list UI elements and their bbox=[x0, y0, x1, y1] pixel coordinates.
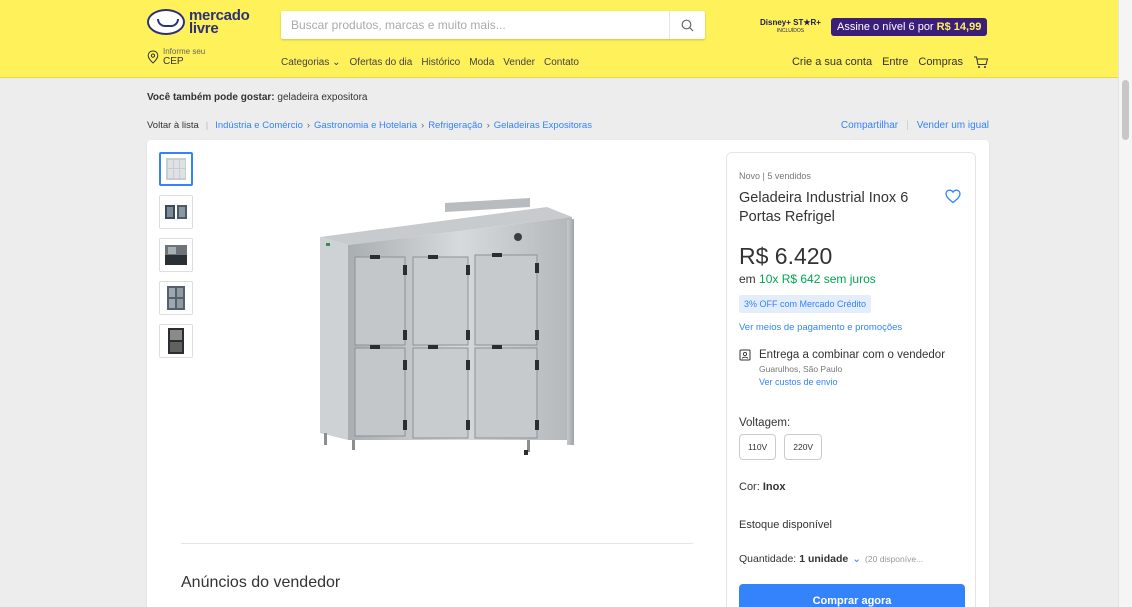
seller-contact-icon bbox=[739, 349, 751, 361]
login-link[interactable]: Entre bbox=[882, 56, 908, 68]
thumbnail[interactable] bbox=[159, 152, 193, 186]
credit-discount-badge: 3% OFF com Mercado Crédito bbox=[739, 295, 872, 313]
voltage-label: Voltagem: bbox=[739, 417, 791, 429]
seller-ads-heading: Anúncios do vendedor bbox=[181, 574, 341, 591]
payment-methods-link[interactable]: Ver meios de pagamento e promoções bbox=[739, 322, 902, 333]
page-scrollbar[interactable] bbox=[1118, 0, 1132, 607]
shipping-cost-link[interactable]: Ver custos de envio bbox=[759, 377, 945, 387]
chevron-right-icon: › bbox=[486, 120, 490, 131]
nav-categorias[interactable]: Categorias ⌄ bbox=[281, 57, 341, 68]
thumbnail[interactable] bbox=[159, 238, 193, 272]
product-card: Anúncios do vendedor Novo | 5 vendidos G… bbox=[147, 140, 989, 607]
favorite-heart-icon[interactable] bbox=[945, 189, 961, 204]
buy-now-button[interactable]: Comprar agora bbox=[739, 584, 965, 607]
share-divider: | bbox=[906, 120, 909, 131]
breadcrumb-item[interactable]: Geladeiras Expositoras bbox=[494, 120, 592, 131]
cep-selector[interactable]: Informe seu CEP bbox=[147, 47, 205, 67]
chevron-right-icon: › bbox=[421, 120, 425, 131]
breadcrumb-divider: | bbox=[205, 120, 209, 131]
thumbnail[interactable] bbox=[159, 324, 193, 358]
fridge-thumbnail-image bbox=[168, 328, 184, 354]
product-price: R$ 6.420 bbox=[739, 243, 833, 269]
disney-star-logo: Disney+ ST★R+ INCLUÍDOS bbox=[760, 18, 821, 35]
color-value: Inox bbox=[762, 481, 786, 493]
quantity-value: 1 unidade bbox=[799, 553, 849, 565]
chevron-down-icon: ⌄ bbox=[852, 553, 862, 565]
color-info: Cor: Inox bbox=[739, 481, 786, 493]
buy-box: Novo | 5 vendidos Geladeira Industrial I… bbox=[726, 152, 976, 607]
product-title: Geladeira Industrial Inox 6 Portas Refri… bbox=[739, 190, 909, 225]
related-search: Você também pode gostar: geladeira expos… bbox=[147, 92, 368, 103]
thumbnail[interactable] bbox=[159, 195, 193, 229]
shipping-info: Entrega a combinar com o vendedor Guarul… bbox=[739, 349, 945, 387]
installments: em 10x R$ 642 sem juros bbox=[739, 272, 876, 286]
quantity-selector[interactable]: Quantidade: 1 unidade ⌄ (20 disponíve... bbox=[739, 553, 923, 565]
breadcrumb-item[interactable]: Gastronomia e Hotelaria bbox=[314, 120, 417, 131]
back-to-list-link[interactable]: Voltar à lista bbox=[147, 120, 199, 131]
voltage-220v-button[interactable]: 220V bbox=[784, 434, 823, 460]
fridge-thumbnail-image bbox=[167, 286, 185, 310]
search-input[interactable] bbox=[281, 11, 661, 39]
thumbnail-gallery bbox=[159, 152, 193, 367]
fridge-thumbnail-image bbox=[165, 245, 187, 265]
nav-historico[interactable]: Histórico bbox=[421, 57, 460, 68]
cart-icon[interactable] bbox=[973, 55, 989, 69]
search-bar bbox=[281, 11, 705, 39]
nav-moda[interactable]: Moda bbox=[469, 57, 494, 68]
thumbnail[interactable] bbox=[159, 281, 193, 315]
fridge-thumbnail-image bbox=[166, 158, 186, 180]
location-icon bbox=[147, 50, 159, 64]
sell-same-link[interactable]: Vender um igual bbox=[917, 120, 989, 131]
subscribe-badge[interactable]: Assine o nível 6 por R$ 14,99 bbox=[830, 18, 988, 36]
divider bbox=[181, 543, 693, 544]
installments-value: 10x R$ 642 sem juros bbox=[759, 272, 876, 286]
shipping-main-text: Entrega a combinar com o vendedor bbox=[759, 349, 946, 361]
breadcrumb-item[interactable]: Refrigeração bbox=[428, 120, 482, 131]
main-nav: Categorias ⌄ Ofertas do dia Histórico Mo… bbox=[281, 57, 579, 68]
account-links: Crie a sua conta Entre Compras bbox=[792, 55, 989, 69]
nav-vender[interactable]: Vender bbox=[503, 57, 535, 68]
nav-ofertas[interactable]: Ofertas do dia bbox=[350, 57, 413, 68]
header: mercado livre Disney+ ST★R+ INCLUÍDOS As… bbox=[0, 0, 1132, 78]
logo[interactable]: mercado livre bbox=[147, 7, 250, 37]
condition-sold-count: Novo | 5 vendidos bbox=[739, 171, 811, 181]
chevron-right-icon: › bbox=[306, 120, 311, 131]
promo-banner[interactable]: Disney+ ST★R+ INCLUÍDOS Assine o nível 6… bbox=[760, 18, 988, 36]
related-link[interactable]: geladeira expositora bbox=[277, 92, 367, 103]
purchases-link[interactable]: Compras bbox=[918, 56, 963, 68]
handshake-icon bbox=[147, 9, 185, 35]
product-main-image[interactable] bbox=[312, 195, 582, 495]
nav-contato[interactable]: Contato bbox=[544, 57, 579, 68]
cep-label: CEP bbox=[163, 56, 184, 67]
search-icon bbox=[681, 19, 694, 31]
quantity-available: (20 disponíve... bbox=[865, 554, 924, 564]
share-links: Compartilhar | Vender um igual bbox=[841, 120, 989, 131]
seller-location: Guarulhos, São Paulo bbox=[759, 364, 843, 374]
logo-text: mercado livre bbox=[189, 7, 250, 37]
fridge-thumbnail-image bbox=[165, 205, 187, 219]
breadcrumb: Voltar à lista | Indústria e Comércio › … bbox=[147, 120, 592, 131]
stock-status: Estoque disponível bbox=[739, 519, 832, 531]
share-link[interactable]: Compartilhar bbox=[841, 120, 898, 131]
scrollbar-thumb[interactable] bbox=[1122, 80, 1129, 140]
create-account-link[interactable]: Crie a sua conta bbox=[792, 56, 872, 68]
voltage-110v-button[interactable]: 110V bbox=[739, 434, 777, 460]
breadcrumb-item[interactable]: Indústria e Comércio bbox=[215, 120, 303, 131]
quantity-label: Quantidade: bbox=[739, 553, 797, 565]
search-button[interactable] bbox=[669, 11, 705, 39]
voltage-options: 110V 220V bbox=[739, 434, 823, 460]
